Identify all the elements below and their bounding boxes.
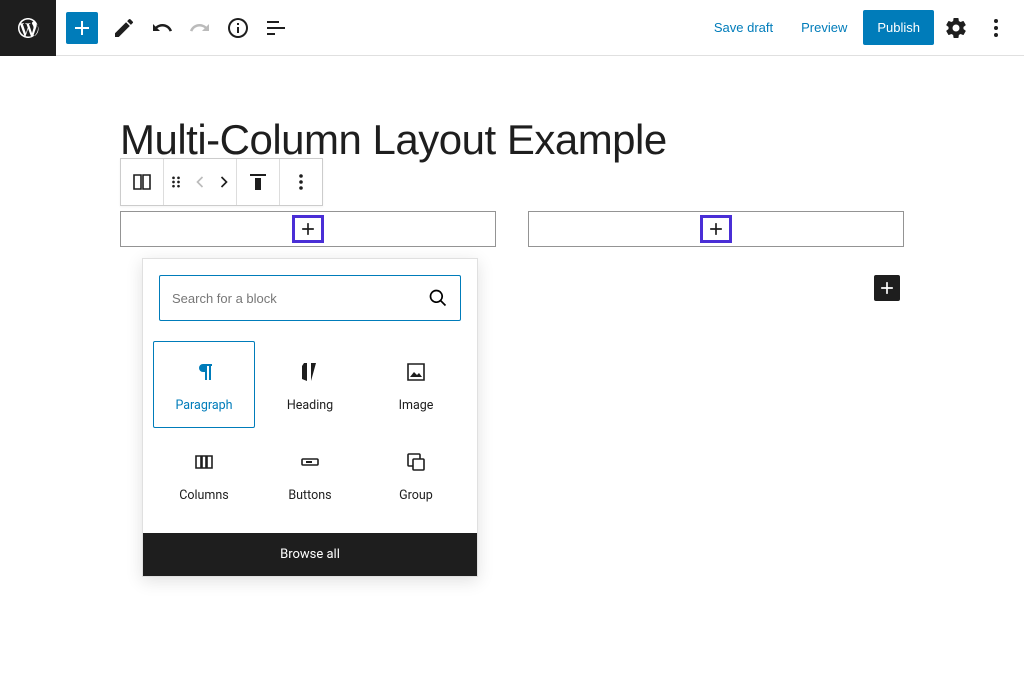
columns-icon (130, 170, 154, 194)
inserter-item-heading[interactable]: Heading (259, 341, 361, 428)
editor-canvas: Multi-Column Layout Example (0, 56, 1024, 164)
chevron-right-icon (214, 172, 234, 192)
block-toolbar (120, 158, 323, 206)
chevron-left-icon (190, 172, 210, 192)
undo-button[interactable] (144, 10, 180, 46)
columns-icon (192, 450, 216, 474)
inserter-item-group[interactable]: Group (365, 432, 467, 517)
plus-icon (298, 219, 318, 239)
editor-topbar: Save draft Preview Publish (0, 0, 1024, 56)
move-up-button[interactable] (188, 159, 212, 205)
post-title[interactable]: Multi-Column Layout Example (120, 116, 904, 164)
tools-button[interactable] (106, 10, 142, 46)
inserter-item-label: Paragraph (175, 398, 232, 413)
topbar-left-tools (56, 10, 294, 46)
inserter-item-label: Buttons (288, 488, 331, 503)
edit-icon (112, 16, 136, 40)
redo-icon (188, 16, 212, 40)
publish-button[interactable]: Publish (863, 10, 934, 45)
preview-button[interactable]: Preview (789, 12, 859, 43)
quick-inserter: Paragraph Heading Image Columns Buttons … (142, 258, 478, 577)
list-view-icon (264, 16, 288, 40)
add-block-after[interactable] (874, 275, 900, 301)
plus-icon (877, 278, 897, 298)
inserter-item-columns[interactable]: Columns (153, 432, 255, 517)
plus-icon (70, 16, 94, 40)
settings-button[interactable] (938, 10, 974, 46)
block-type-columns-button[interactable] (121, 159, 163, 205)
undo-icon (150, 16, 174, 40)
image-icon (404, 360, 428, 384)
redo-button[interactable] (182, 10, 218, 46)
wp-logo-home[interactable] (0, 0, 56, 56)
group-icon (404, 450, 428, 474)
block-more-options[interactable] (280, 159, 322, 205)
inserter-item-label: Group (399, 488, 433, 503)
block-inserter-toggle[interactable] (66, 12, 98, 44)
inserter-search[interactable] (159, 275, 461, 321)
inserter-item-paragraph[interactable]: Paragraph (153, 341, 255, 428)
align-icon (246, 170, 270, 194)
inserter-item-image[interactable]: Image (365, 341, 467, 428)
save-draft-button[interactable]: Save draft (702, 12, 785, 43)
outline-button[interactable] (258, 10, 294, 46)
columns-block[interactable] (120, 211, 904, 247)
gear-icon (944, 16, 968, 40)
column-2[interactable] (528, 211, 904, 247)
browse-all-button[interactable]: Browse all (143, 533, 477, 576)
column-2-add-block[interactable] (700, 215, 732, 243)
paragraph-icon (192, 360, 216, 384)
plus-icon (706, 219, 726, 239)
column-1-add-block[interactable] (292, 215, 324, 243)
details-button[interactable] (220, 10, 256, 46)
more-vertical-icon (984, 16, 1008, 40)
drag-icon (166, 172, 186, 192)
more-options-button[interactable] (978, 10, 1014, 46)
info-icon (226, 16, 250, 40)
wordpress-icon (16, 16, 40, 40)
inserter-item-label: Heading (287, 398, 333, 413)
align-button[interactable] (237, 159, 279, 205)
heading-icon (298, 360, 322, 384)
inserter-search-input[interactable] (172, 291, 428, 306)
inserter-item-label: Columns (179, 488, 229, 503)
inserter-item-label: Image (399, 398, 434, 413)
column-1[interactable] (120, 211, 496, 247)
topbar-right-tools: Save draft Preview Publish (702, 10, 1024, 46)
buttons-icon (298, 450, 322, 474)
search-icon (428, 288, 448, 308)
drag-handle[interactable] (164, 159, 188, 205)
inserter-item-buttons[interactable]: Buttons (259, 432, 361, 517)
more-vertical-icon (289, 170, 313, 194)
move-down-button[interactable] (212, 159, 236, 205)
inserter-grid: Paragraph Heading Image Columns Buttons … (143, 337, 477, 533)
